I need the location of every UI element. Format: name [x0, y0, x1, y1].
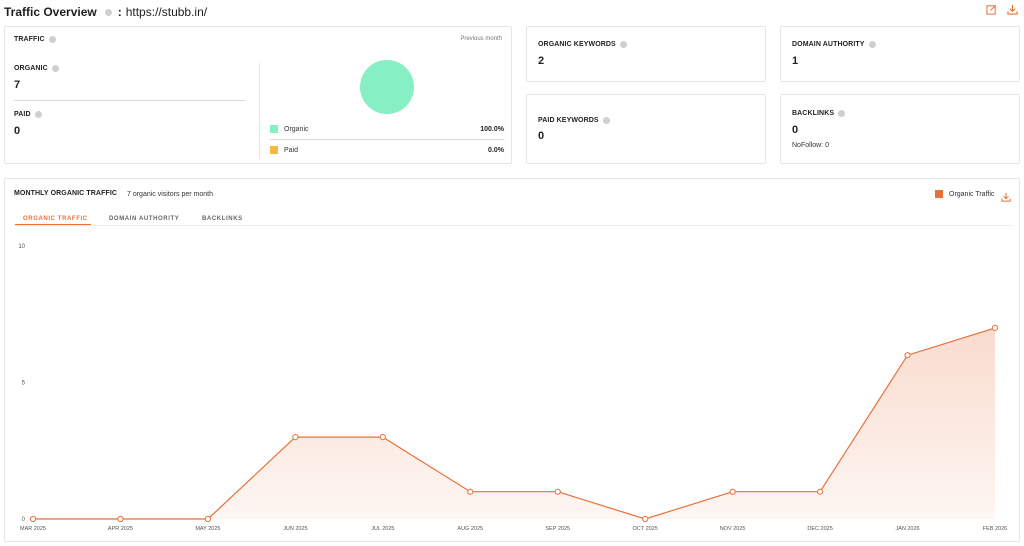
x-tick-label: MAY 2025: [195, 526, 220, 532]
organic-keywords-card: ORGANIC KEYWORDS 2: [526, 26, 766, 82]
x-tick-label: SEP 2025: [545, 526, 570, 532]
series-area: [33, 327, 995, 519]
x-tick-label: FEB 2026: [983, 526, 1007, 532]
data-point[interactable]: [729, 488, 736, 495]
data-point[interactable]: [29, 515, 37, 523]
organic-keywords-label-wrap: ORGANIC KEYWORDS: [538, 41, 627, 48]
paid-keywords-card: PAID KEYWORDS 0: [526, 94, 766, 164]
organic-keywords-value: 2: [538, 55, 545, 67]
monthly-organic-traffic-card: MONTHLY ORGANIC TRAFFIC 7 organic visito…: [4, 178, 1020, 542]
y-tick-label: 10: [18, 244, 25, 250]
info-icon[interactable]: [619, 41, 627, 48]
backlinks-card: BACKLINKS 0 NoFollow: 0: [780, 94, 1020, 164]
legend-organic-pct: 100.0%: [480, 125, 504, 133]
legend-row-organic: Organic 100.0%: [270, 125, 504, 133]
title-separator: :: [117, 5, 122, 19]
data-point[interactable]: [904, 352, 911, 359]
backlinks-label: BACKLINKS: [792, 110, 835, 117]
organic-keywords-label: ORGANIC KEYWORDS: [538, 41, 616, 48]
backlinks-label-wrap: BACKLINKS: [792, 110, 846, 117]
x-tick-label: OCT 2025: [633, 526, 658, 532]
edit-icon[interactable]: [986, 4, 997, 15]
traffic-card: TRAFFIC Previous month ORGANIC 7 PAID 0 …: [4, 26, 512, 164]
y-tick-label: 0: [22, 517, 26, 523]
x-tick-label: MAR 2025: [20, 526, 46, 532]
info-icon[interactable]: [104, 8, 112, 16]
traffic-label-wrap: TRAFFIC: [14, 36, 56, 43]
data-point[interactable]: [642, 515, 649, 523]
chart-legend[interactable]: Organic Traffic: [935, 190, 994, 198]
paid-value: 0: [14, 125, 21, 137]
page-title: Traffic Overview: [4, 5, 97, 19]
x-tick-label: JUL 2025: [371, 526, 394, 532]
tab-domain-authority[interactable]: DOMAIN AUTHORITY: [109, 216, 179, 222]
data-point[interactable]: [816, 488, 824, 495]
info-icon[interactable]: [868, 41, 876, 48]
domain-authority-card: DOMAIN AUTHORITY 1: [780, 26, 1020, 82]
pie-slice-organic[interactable]: [360, 60, 414, 114]
x-tick-label: NOV 2025: [720, 526, 746, 532]
paid-label: PAID: [14, 111, 31, 118]
organic-traffic-swatch: [935, 190, 943, 198]
organic-swatch: [270, 125, 278, 133]
x-tick-label: APR 2025: [108, 526, 133, 532]
x-tick-label: JAN 2026: [895, 526, 919, 532]
tab-organic-traffic[interactable]: ORGANIC TRAFFIC: [23, 216, 88, 222]
info-icon[interactable]: [51, 65, 59, 72]
legend-row-paid: Paid 0.0%: [270, 146, 504, 154]
organic-label-wrap: ORGANIC: [14, 65, 59, 72]
data-point[interactable]: [554, 488, 561, 495]
chart-download-icon[interactable]: [1001, 189, 1011, 207]
organic-value: 7: [14, 79, 21, 91]
info-icon[interactable]: [48, 36, 56, 43]
domain-authority-value: 1: [792, 55, 799, 67]
monthly-traffic-chart: 0 5 10 MAR 2025 APR 2025 MAY 2025 JUN 2025 JUL …: [18, 244, 1007, 532]
y-tick-label: 5: [22, 381, 26, 387]
domain-authority-label: DOMAIN AUTHORITY: [792, 41, 865, 48]
traffic-pie-chart: [360, 60, 414, 114]
info-icon[interactable]: [34, 111, 42, 118]
site-url: https://stubb.in/: [125, 5, 208, 19]
info-icon[interactable]: [838, 110, 846, 117]
paid-label-wrap: PAID: [14, 111, 42, 118]
divider: [270, 139, 504, 140]
legend-paid-pct: 0.0%: [488, 146, 504, 154]
divider: [14, 100, 246, 101]
data-point[interactable]: [379, 434, 386, 441]
vertical-divider: [259, 63, 260, 159]
data-point[interactable]: [467, 488, 474, 495]
paid-swatch: [270, 146, 278, 154]
period-label: Previous month: [460, 36, 502, 42]
monthly-title: MONTHLY ORGANIC TRAFFIC: [14, 190, 118, 197]
data-point[interactable]: [204, 515, 212, 523]
download-icon[interactable]: [1007, 4, 1018, 15]
tab-backlinks[interactable]: BACKLINKS: [202, 216, 243, 222]
data-point[interactable]: [292, 434, 299, 441]
monthly-subtitle: 7 organic visitors per month: [127, 191, 213, 198]
paid-keywords-label: PAID KEYWORDS: [538, 117, 599, 124]
legend-paid-name: Paid: [284, 146, 299, 154]
page-header: Traffic Overview : https://stubb.in/: [4, 4, 207, 20]
backlinks-value: 0: [792, 124, 799, 136]
organic-label: ORGANIC: [14, 65, 48, 72]
paid-keywords-value: 0: [538, 130, 545, 142]
x-tick-label: JUN 2025: [283, 526, 307, 532]
tabs-divider: [15, 225, 1011, 226]
info-icon[interactable]: [602, 117, 610, 124]
legend-organic-name: Organic: [284, 125, 309, 133]
header-actions: [986, 4, 1018, 15]
data-point[interactable]: [117, 515, 124, 523]
data-point[interactable]: [991, 324, 999, 332]
paid-keywords-label-wrap: PAID KEYWORDS: [538, 117, 610, 124]
traffic-label: TRAFFIC: [14, 36, 45, 43]
x-tick-label: DEC 2025: [807, 526, 832, 532]
nofollow-count: NoFollow: 0: [792, 142, 829, 149]
x-tick-label: AUG 2025: [457, 526, 483, 532]
domain-authority-label-wrap: DOMAIN AUTHORITY: [792, 41, 876, 48]
chart-legend-label: Organic Traffic: [949, 190, 995, 198]
